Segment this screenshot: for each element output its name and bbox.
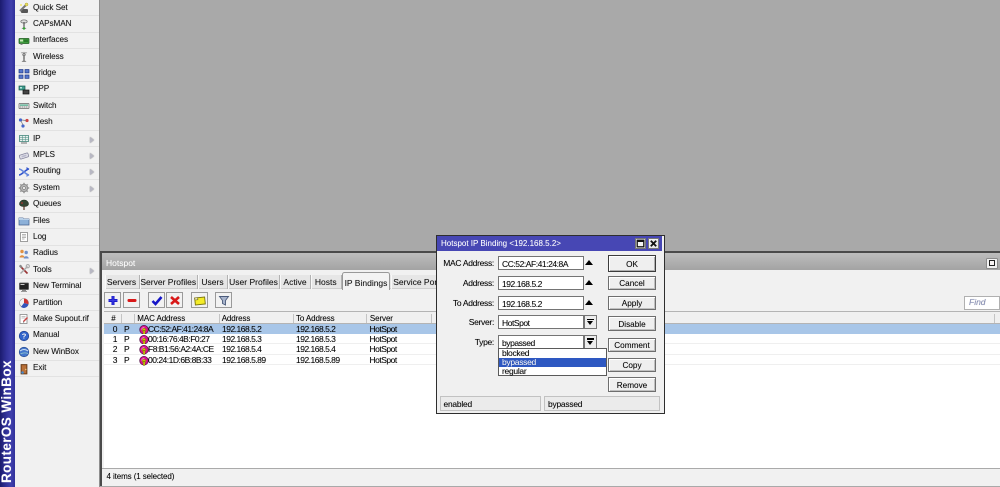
svg-text:?: ? xyxy=(21,331,26,340)
